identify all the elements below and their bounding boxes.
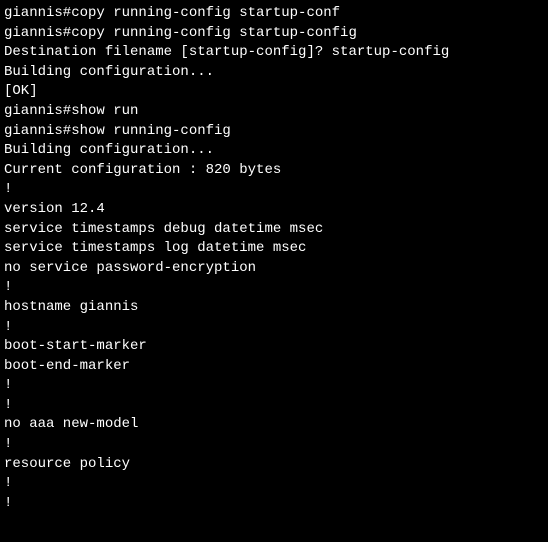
terminal-line: [OK] (4, 82, 544, 102)
terminal-line: boot-start-marker (4, 337, 544, 357)
terminal-line: ! (4, 435, 544, 455)
terminal-line: boot-end-marker (4, 357, 544, 377)
terminal-line: version 12.4 (4, 200, 544, 220)
terminal-line: giannis#copy running-config startup-conf… (4, 24, 544, 44)
terminal-line: ! (4, 376, 544, 396)
terminal-line: ! (4, 474, 544, 494)
terminal-line: Building configuration... (4, 63, 544, 83)
terminal-line: ! (4, 494, 544, 514)
terminal-line: no aaa new-model (4, 415, 544, 435)
terminal-line: giannis#show running-config (4, 122, 544, 142)
terminal-line: hostname giannis (4, 298, 544, 318)
terminal-line: resource policy (4, 455, 544, 475)
terminal-output[interactable]: giannis#copy running-config startup-conf… (4, 4, 544, 513)
terminal-line: no service password-encryption (4, 259, 544, 279)
terminal-line: ! (4, 318, 544, 338)
terminal-line: ! (4, 396, 544, 416)
terminal-line: service timestamps log datetime msec (4, 239, 544, 259)
terminal-line: ! (4, 180, 544, 200)
terminal-line: service timestamps debug datetime msec (4, 220, 544, 240)
terminal-line: ! (4, 278, 544, 298)
terminal-line: Destination filename [startup-config]? s… (4, 43, 544, 63)
terminal-line: giannis#copy running-config startup-conf (4, 4, 544, 24)
terminal-line: Current configuration : 820 bytes (4, 161, 544, 181)
terminal-line: Building configuration... (4, 141, 544, 161)
terminal-line: giannis#show run (4, 102, 544, 122)
